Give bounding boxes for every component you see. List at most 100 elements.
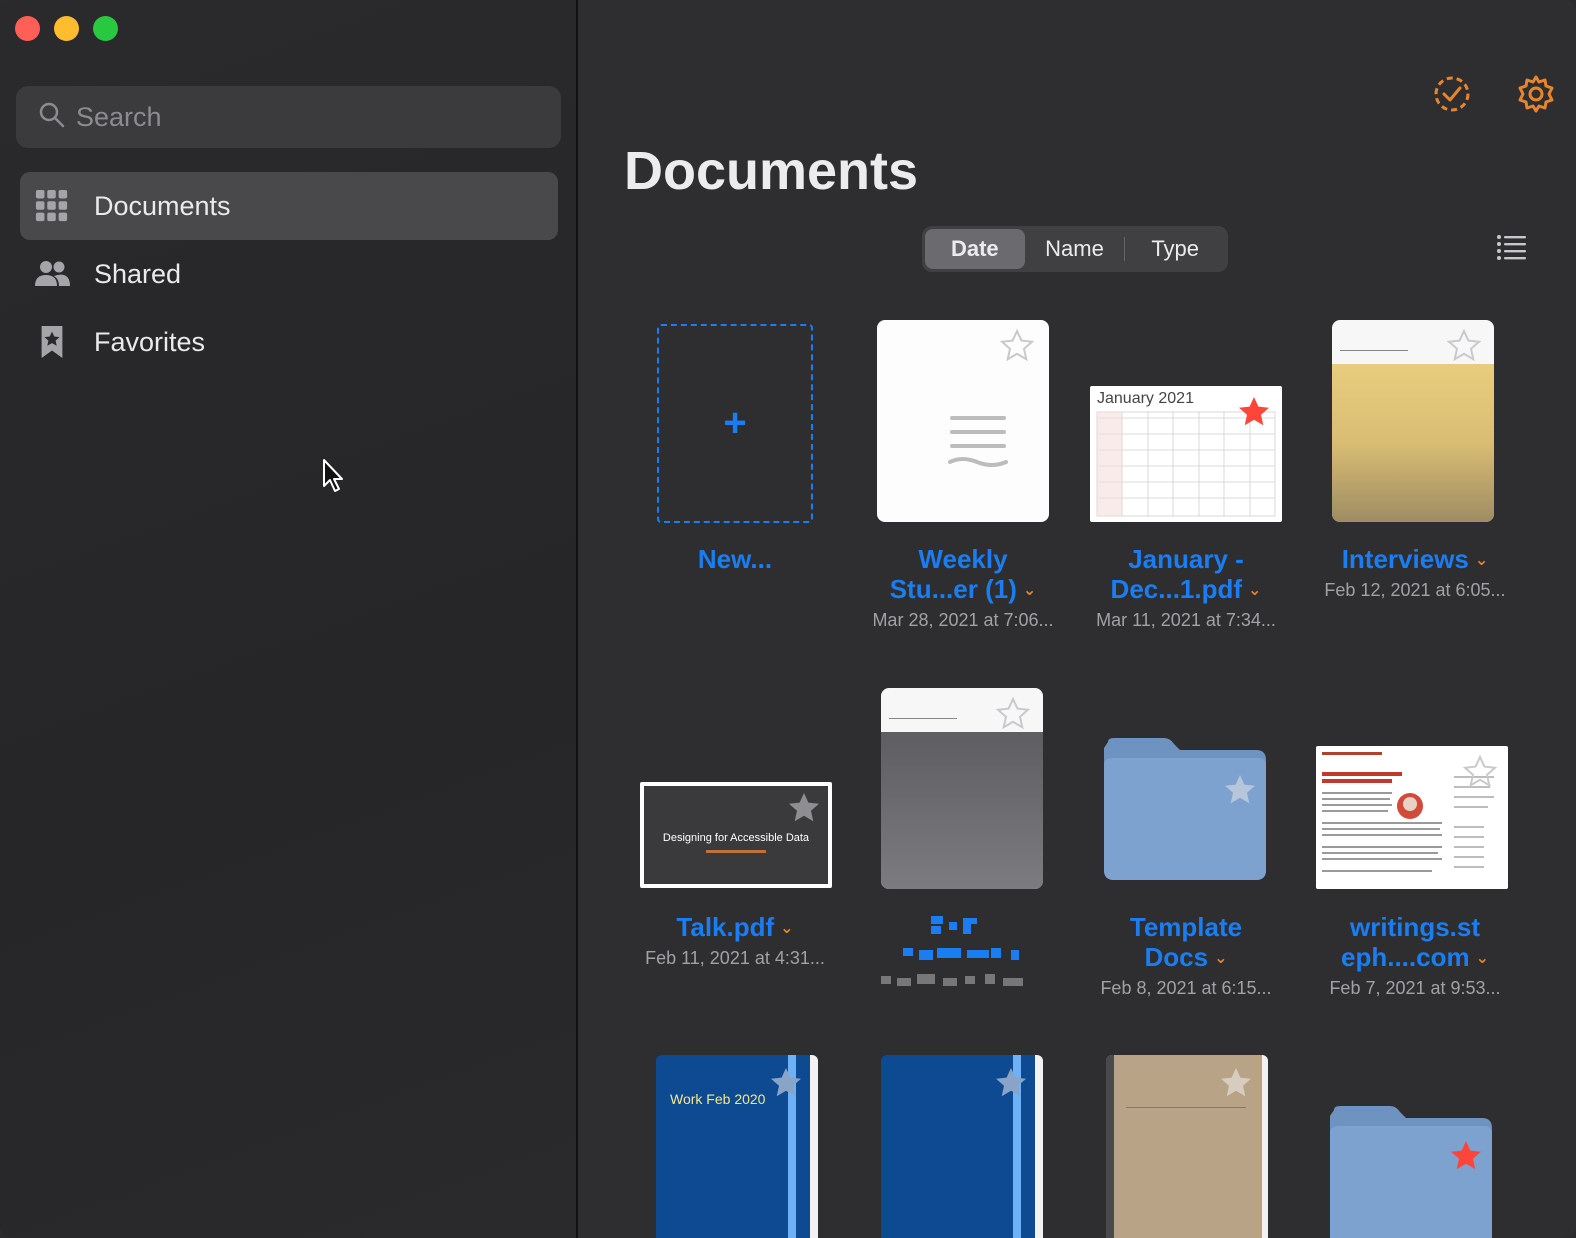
folder-icon xyxy=(1104,738,1266,880)
favorite-star-icon[interactable] xyxy=(768,1065,804,1101)
chevron-down-icon[interactable]: ⌄ xyxy=(1023,576,1036,606)
zoom-window-button[interactable] xyxy=(93,16,118,41)
people-icon xyxy=(34,256,70,292)
doc-thumbnail-writings[interactable] xyxy=(1316,746,1508,889)
search-input[interactable] xyxy=(76,101,536,133)
divider xyxy=(1340,350,1408,351)
item-name-text: Stu...er (1) xyxy=(889,574,1017,604)
sidebar-item-documents[interactable]: Documents xyxy=(20,172,558,240)
sidebar-item-label: Documents xyxy=(94,190,231,221)
folder-favorite[interactable] xyxy=(1328,1106,1494,1238)
grid-item-interviews[interactable]: Interviews ⌄ Feb 12, 2021 at 6:05... xyxy=(1310,544,1520,601)
sidebar-item-label: Favorites xyxy=(94,326,206,357)
favorite-star-icon[interactable] xyxy=(1218,1065,1254,1101)
sidebar: Documents Shared Favorit xyxy=(0,0,578,1238)
doc-thumbnail-talk[interactable]: Designing for Accessible Data xyxy=(640,782,832,888)
item-date: Mar 28, 2021 at 7:06... xyxy=(872,610,1054,631)
chevron-down-icon[interactable]: ⌄ xyxy=(780,914,793,944)
favorite-star-icon[interactable] xyxy=(1236,394,1272,430)
item-name: New... xyxy=(697,544,773,574)
doc-thumbnail-january[interactable]: January 2021 xyxy=(1090,386,1282,522)
item-date: Feb 8, 2021 at 6:15... xyxy=(1100,978,1272,999)
new-document-button[interactable]: + xyxy=(657,324,813,523)
item-name-text: Dec...1.pdf xyxy=(1110,574,1243,604)
item-name-text: eph....com xyxy=(1341,942,1470,972)
search-icon xyxy=(38,101,66,134)
page-edge xyxy=(1262,1055,1268,1238)
favorite-star-icon[interactable] xyxy=(993,1065,1029,1101)
grid-icon xyxy=(34,188,70,224)
doc-thumbnail-weekly[interactable] xyxy=(877,320,1049,522)
slide-subtitle-bar xyxy=(706,850,766,853)
search-field[interactable] xyxy=(16,86,561,148)
window-controls xyxy=(15,16,118,41)
item-name-text: Docs xyxy=(1144,942,1209,972)
grid-item-new[interactable]: New... xyxy=(635,544,835,574)
select-checkmark-icon[interactable] xyxy=(1432,74,1472,114)
divider xyxy=(1126,1107,1246,1108)
grid-item-writings[interactable]: writings.st eph....com ⌄ Feb 7, 2021 at 9… xyxy=(1310,912,1520,999)
item-name-line: January - xyxy=(1128,544,1244,574)
chevron-down-icon[interactable]: ⌄ xyxy=(1214,944,1227,974)
page-edge xyxy=(1035,1055,1043,1238)
item-name-line: writings.st xyxy=(1349,912,1480,942)
notebook-cover xyxy=(881,732,1043,889)
doc-thumbnail-interviews[interactable] xyxy=(1332,320,1494,522)
grid-item-template-docs[interactable]: Template Docs ⌄ Feb 8, 2021 at 6:15... xyxy=(1086,912,1286,999)
sidebar-nav: Documents Shared Favorites xyxy=(20,172,558,376)
item-name-line: Talk.pdf ⌄ xyxy=(635,912,835,944)
close-window-button[interactable] xyxy=(15,16,40,41)
item-name-text: Interviews xyxy=(1341,544,1469,574)
doc-thumbnail-blue-notebook[interactable] xyxy=(881,1055,1043,1238)
thumbnail-title: Work Feb 2020 xyxy=(670,1091,766,1107)
favorite-star-icon[interactable] xyxy=(999,328,1035,364)
sidebar-item-favorites[interactable]: Favorites xyxy=(20,308,558,376)
favorite-star-icon[interactable] xyxy=(1222,772,1258,808)
doc-thumbnail-work-feb[interactable]: Work Feb 2020 xyxy=(656,1055,818,1238)
app-window: Documents Shared Favorit xyxy=(0,0,1576,1238)
item-name-line: Dec...1.pdf ⌄ xyxy=(1086,574,1286,606)
favorite-star-icon[interactable] xyxy=(995,696,1031,732)
item-date: Mar 11, 2021 at 7:34... xyxy=(1096,610,1276,631)
item-name-text: Talk.pdf xyxy=(676,912,775,942)
minimize-window-button[interactable] xyxy=(54,16,79,41)
favorite-star-icon[interactable] xyxy=(1462,754,1498,790)
favorite-star-icon[interactable] xyxy=(1448,1138,1484,1174)
grid-item-january[interactable]: January - Dec...1.pdf ⌄ Mar 11, 2021 at 7… xyxy=(1086,544,1286,631)
chevron-down-icon[interactable]: ⌄ xyxy=(1476,944,1489,974)
doc-thumbnail-redacted[interactable] xyxy=(881,688,1043,889)
doc-thumbnail-tan-notebook[interactable] xyxy=(1106,1055,1268,1238)
settings-gear-icon[interactable] xyxy=(1516,74,1556,114)
item-name-line: Docs ⌄ xyxy=(1086,942,1286,974)
page-title: Documents xyxy=(624,141,919,201)
page-edge xyxy=(810,1055,818,1238)
item-date: Feb 7, 2021 at 9:53... xyxy=(1329,978,1501,999)
bookmark-star-icon xyxy=(34,324,70,360)
sidebar-item-label: Shared xyxy=(94,258,182,289)
grid-item-weekly[interactable]: Weekly Stu...er (1) ⌄ Mar 28, 2021 at 7:0… xyxy=(863,544,1063,631)
favorite-star-icon[interactable] xyxy=(1446,328,1482,364)
main-content: Documents Date Name Type + New... Weekly… xyxy=(580,0,1576,1238)
item-date: Feb 12, 2021 at 6:05... xyxy=(1324,580,1506,601)
item-date: Feb 11, 2021 at 4:31... xyxy=(645,948,825,969)
plus-icon: + xyxy=(723,401,747,445)
thumbnail-title: Designing for Accessible Data xyxy=(662,832,810,844)
sidebar-item-shared[interactable]: Shared xyxy=(20,240,558,308)
sort-date-button[interactable]: Date xyxy=(925,229,1025,269)
grid-item-talk[interactable]: Talk.pdf ⌄ Feb 11, 2021 at 4:31... xyxy=(635,912,835,969)
sort-type-button[interactable]: Type xyxy=(1125,229,1225,269)
toolbar xyxy=(1432,74,1556,114)
list-view-icon[interactable] xyxy=(1496,232,1528,264)
sort-name-button[interactable]: Name xyxy=(1025,229,1125,269)
pixelated-label xyxy=(881,916,1023,986)
notebook-cover xyxy=(1332,364,1494,522)
item-name-line: Template xyxy=(1129,912,1243,942)
item-name-line: Interviews ⌄ xyxy=(1310,544,1520,576)
favorite-star-icon[interactable] xyxy=(786,790,822,826)
folder-template-docs[interactable] xyxy=(1102,738,1268,880)
chevron-down-icon[interactable]: ⌄ xyxy=(1475,546,1488,576)
item-name-line: eph....com ⌄ xyxy=(1310,942,1520,974)
grid-item-redacted[interactable] xyxy=(863,912,1063,997)
item-name-line: Stu...er (1) ⌄ xyxy=(863,574,1063,606)
chevron-down-icon[interactable]: ⌄ xyxy=(1248,576,1261,606)
